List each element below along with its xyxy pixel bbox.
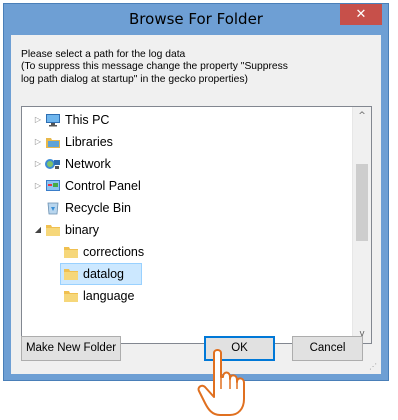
- message-line: log path dialog at startup" in the gecko…: [21, 73, 248, 85]
- network-icon: [45, 159, 60, 169]
- tree-item-label: language: [83, 289, 135, 303]
- browse-for-folder-dialog: Browse For Folder ✕ Please select a path…: [3, 3, 389, 381]
- instruction-message: Please select a path for the log data (T…: [21, 49, 381, 86]
- tree-item-network[interactable]: ▷ Network: [22, 153, 342, 175]
- make-new-folder-button[interactable]: Make New Folder: [21, 336, 121, 361]
- cancel-button[interactable]: Cancel: [292, 336, 363, 361]
- tree-item-datalog[interactable]: datalog: [60, 263, 142, 285]
- expand-arrow-icon[interactable]: ▷: [33, 131, 43, 153]
- message-line: Please select a path for the log data: [21, 49, 186, 60]
- tree-item-libraries[interactable]: ▷ Libraries: [22, 131, 342, 153]
- folder-icon: [46, 225, 60, 236]
- folder-tree[interactable]: ▷ This PC ▷ Libraries ▷ Network ▷ Contro…: [21, 106, 372, 344]
- tree-item-label: binary: [65, 223, 100, 237]
- close-button[interactable]: ✕: [340, 4, 382, 25]
- pointing-hand-icon: [197, 349, 245, 416]
- tree-item-label: This PC: [65, 113, 110, 127]
- recycle-bin-icon: [47, 202, 59, 215]
- control-panel-icon: [46, 180, 60, 191]
- folder-icon: [64, 291, 78, 302]
- scrollbar-thumb[interactable]: [356, 164, 368, 241]
- dialog-client-area: Please select a path for the log data (T…: [11, 35, 381, 374]
- tree-item-label: Recycle Bin: [65, 201, 131, 215]
- tree-item-binary[interactable]: ◢ binary: [22, 219, 342, 241]
- resize-grip-icon[interactable]: ⋰: [369, 362, 379, 372]
- tree-item-label: Control Panel: [65, 179, 141, 193]
- folder-icon: [64, 247, 78, 258]
- vertical-scrollbar[interactable]: ^ v: [352, 107, 371, 343]
- tree-item-label: Network: [65, 157, 111, 171]
- expand-arrow-icon[interactable]: ▷: [33, 109, 43, 131]
- collapse-arrow-icon[interactable]: ◢: [33, 219, 43, 241]
- title-bar[interactable]: Browse For Folder ✕: [4, 4, 388, 35]
- expand-arrow-icon[interactable]: ▷: [33, 175, 43, 197]
- expand-arrow-icon[interactable]: ▷: [33, 153, 43, 175]
- dialog-title: Browse For Folder: [129, 10, 263, 28]
- scroll-up-icon[interactable]: ^: [353, 107, 371, 125]
- libraries-icon: [46, 138, 60, 148]
- tree-item-this-pc[interactable]: ▷ This PC: [22, 109, 342, 131]
- message-line: (To suppress this message change the pro…: [21, 61, 288, 73]
- tree-item-control-panel[interactable]: ▷ Control Panel: [22, 175, 342, 197]
- tree-item-corrections[interactable]: corrections: [22, 241, 342, 263]
- folder-icon: [64, 269, 78, 280]
- tree-item-label: corrections: [83, 245, 145, 259]
- tree-item-recycle-bin[interactable]: Recycle Bin: [22, 197, 342, 219]
- tree-item-language[interactable]: language: [22, 285, 342, 307]
- tree-item-label: datalog: [83, 267, 125, 281]
- computer-icon: [46, 114, 60, 127]
- tree-item-label: Libraries: [65, 135, 113, 149]
